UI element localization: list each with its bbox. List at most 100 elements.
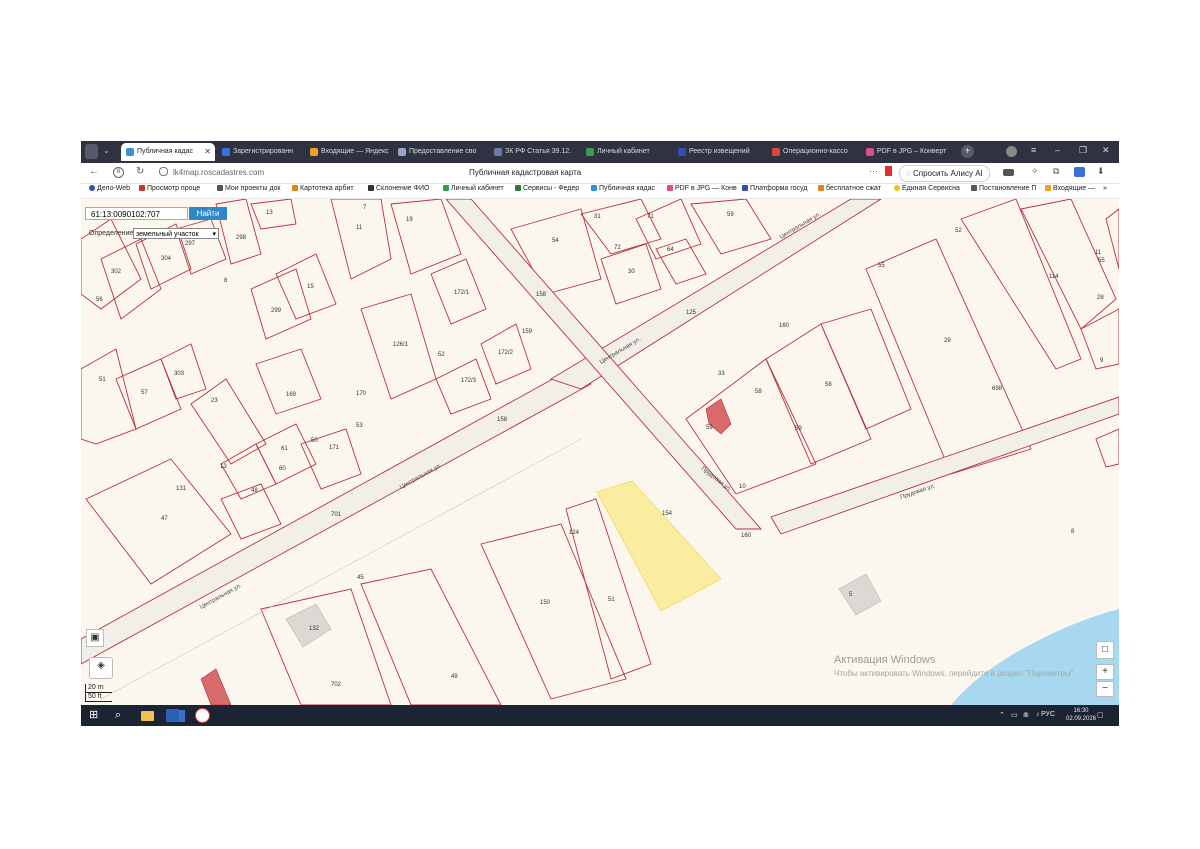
bookmark-kartoteka[interactable]: Картотека арбит	[292, 185, 354, 192]
back-icon[interactable]: ←	[89, 166, 99, 177]
parcel[interactable]	[260, 588, 392, 705]
parcel[interactable]	[1105, 208, 1119, 270]
parcel[interactable]	[330, 199, 392, 280]
protect-icon[interactable]: 8	[113, 167, 124, 178]
reload-icon[interactable]: ↻	[136, 166, 144, 177]
downloads-icon[interactable]: ⬇	[1097, 166, 1105, 177]
parcel[interactable]	[1020, 199, 1117, 330]
parcel[interactable]	[85, 458, 232, 585]
tab-operatsionno-kassovye[interactable]: Операционно-кассо	[767, 143, 859, 161]
hamburger-menu-icon[interactable]: ≡	[1031, 145, 1036, 155]
tab-zk-rf[interactable]: ЗК РФ Статья 39.12.	[489, 143, 579, 161]
close-window-icon[interactable]: ✕	[1102, 145, 1110, 156]
bookmark-delo-web[interactable]: Дело-Web	[89, 185, 130, 192]
fullscreen-map-icon[interactable]: □	[1096, 641, 1114, 659]
tab-predostavlenie[interactable]: Предоставление сво	[393, 143, 487, 161]
parcel[interactable]	[115, 358, 182, 430]
definition-select[interactable]: земельный участок ▾	[133, 228, 219, 239]
yandex-browser-icon[interactable]	[195, 708, 210, 723]
word-icon[interactable]	[166, 709, 179, 722]
bookmark-prosmotr[interactable]: Просмотр проце	[139, 185, 200, 192]
lock-icon[interactable]	[159, 167, 168, 176]
tab-zaregistrirovannye[interactable]: Зарегистрированн	[217, 143, 303, 161]
parcel[interactable]	[765, 323, 872, 465]
parcel[interactable]	[300, 428, 362, 490]
tray-expand-icon[interactable]: ⌃	[999, 711, 1005, 719]
find-button[interactable]: Найти	[189, 207, 227, 220]
network-icon[interactable]: ▭	[1011, 711, 1018, 719]
url-field[interactable]: lk4map.roscadastres.com	[173, 168, 264, 177]
wifi-icon[interactable]: ⋒	[1023, 711, 1029, 719]
parcel[interactable]	[1095, 428, 1119, 468]
building[interactable]	[838, 573, 882, 616]
tabs-dropdown-icon[interactable]: ⌄	[103, 146, 110, 155]
search-icon[interactable]: ⌕	[115, 709, 128, 722]
selected-parcel-highlight[interactable]	[596, 480, 722, 612]
windows-start-icon[interactable]: ⊞	[89, 709, 102, 722]
bookmark-moi-proekty[interactable]: Мои проекты док	[217, 185, 281, 192]
zoom-out-button[interactable]: −	[1096, 681, 1114, 697]
tab-vkhodyashchie[interactable]: Входящие — Яндекс	[305, 143, 391, 161]
zoom-in-button[interactable]: +	[1096, 664, 1114, 680]
tab-lichnyi-kabinet[interactable]: Личный кабинет	[581, 143, 671, 161]
parcel[interactable]	[655, 238, 707, 285]
parcel[interactable]	[480, 523, 627, 700]
cadastral-map[interactable]: 298 13 7 11 19 297 302 304 8 15 299 172/1 126/1 52 172…	[81, 199, 1119, 705]
tab-reestr-izveshchenii[interactable]: Реестр извещений	[673, 143, 765, 161]
parcel[interactable]	[275, 253, 337, 320]
clock[interactable]: 16:30 02.09.2026	[1066, 707, 1096, 723]
badge-extension-icon[interactable]	[1074, 167, 1085, 177]
parcel[interactable]	[960, 199, 1082, 370]
file-explorer-icon[interactable]	[141, 711, 154, 721]
parcel[interactable]	[435, 358, 492, 415]
parcel[interactable]	[360, 568, 502, 705]
bookmark-sklonenie[interactable]: Склонение ФИО	[368, 185, 429, 192]
map-canvas[interactable]: 2981371119297302304815299172/1126/152 172…	[81, 199, 1119, 705]
cadastral-number-input[interactable]: 61:13:0090102:707	[85, 207, 188, 220]
parcel[interactable]	[820, 308, 912, 430]
close-tab-icon[interactable]: ✕	[204, 143, 211, 161]
bookmark-servisy[interactable]: Сервисы - Федер	[515, 185, 579, 192]
tab-pdf-v-jpg[interactable]: PDF в JPG – Конверт	[861, 143, 957, 161]
layers-icon[interactable]: ◈	[89, 657, 113, 679]
parcel[interactable]	[255, 423, 317, 485]
bookmark-besplatnoe[interactable]: бесплатное сжат	[818, 185, 881, 192]
new-tab-icon[interactable]: +	[961, 145, 974, 158]
more-options-icon[interactable]: ···	[869, 166, 878, 176]
ask-alice-button[interactable]: ◌ Спросить Алису AI	[899, 165, 990, 182]
bookmark-postanovlenie[interactable]: Постановление П	[971, 185, 1036, 192]
parcel[interactable]	[190, 378, 267, 465]
bookmark-icon[interactable]	[885, 166, 892, 176]
bookmark-lichnyi-kabinet[interactable]: Личный кабинет	[443, 185, 504, 192]
restore-icon[interactable]: ❐	[1079, 145, 1087, 156]
browser-menu-icon[interactable]	[85, 144, 98, 159]
bookmark-pdf-jpg[interactable]: PDF в JPG — Конв	[667, 185, 737, 192]
bookmarks-overflow-icon[interactable]: »	[1103, 185, 1107, 192]
parcel[interactable]	[81, 348, 137, 445]
parcel[interactable]	[250, 199, 297, 230]
word-doc-icon[interactable]	[179, 710, 185, 722]
building-selected[interactable]	[200, 668, 232, 705]
profile-avatar[interactable]	[1006, 146, 1017, 157]
language-indicator[interactable]: РУС	[1041, 711, 1055, 718]
bookmark-edinaya[interactable]: Единая Сервисна	[894, 185, 960, 192]
parcel[interactable]	[250, 268, 312, 340]
tab-publichnaya-kadastrovaya[interactable]: Публичная кадас ✕	[121, 143, 215, 161]
parcel[interactable]	[220, 443, 277, 500]
parcel-number-label: 170	[356, 391, 367, 397]
parcel[interactable]	[690, 199, 772, 255]
parcel-number-label: 131	[176, 486, 187, 492]
puzzle-icon[interactable]: ✧	[1031, 166, 1039, 177]
notifications-icon[interactable]: ▢	[1097, 711, 1104, 719]
bookmark-platforma[interactable]: Платформа госуд	[742, 185, 807, 192]
minimize-icon[interactable]: –	[1055, 145, 1060, 155]
parcel[interactable]	[390, 199, 462, 275]
bookmark-publichnaya[interactable]: Публичная кадас	[591, 185, 655, 192]
volume-icon[interactable]: ♪	[1036, 711, 1040, 718]
extension-icon[interactable]	[1003, 169, 1014, 176]
collections-icon[interactable]: ⧉	[1053, 166, 1059, 177]
parcel[interactable]	[255, 348, 322, 415]
fullscreen-icon[interactable]: ▣	[86, 629, 104, 647]
bookmark-vkhodyashchie[interactable]: Входящие —	[1045, 185, 1095, 192]
parcel[interactable]	[100, 238, 162, 320]
